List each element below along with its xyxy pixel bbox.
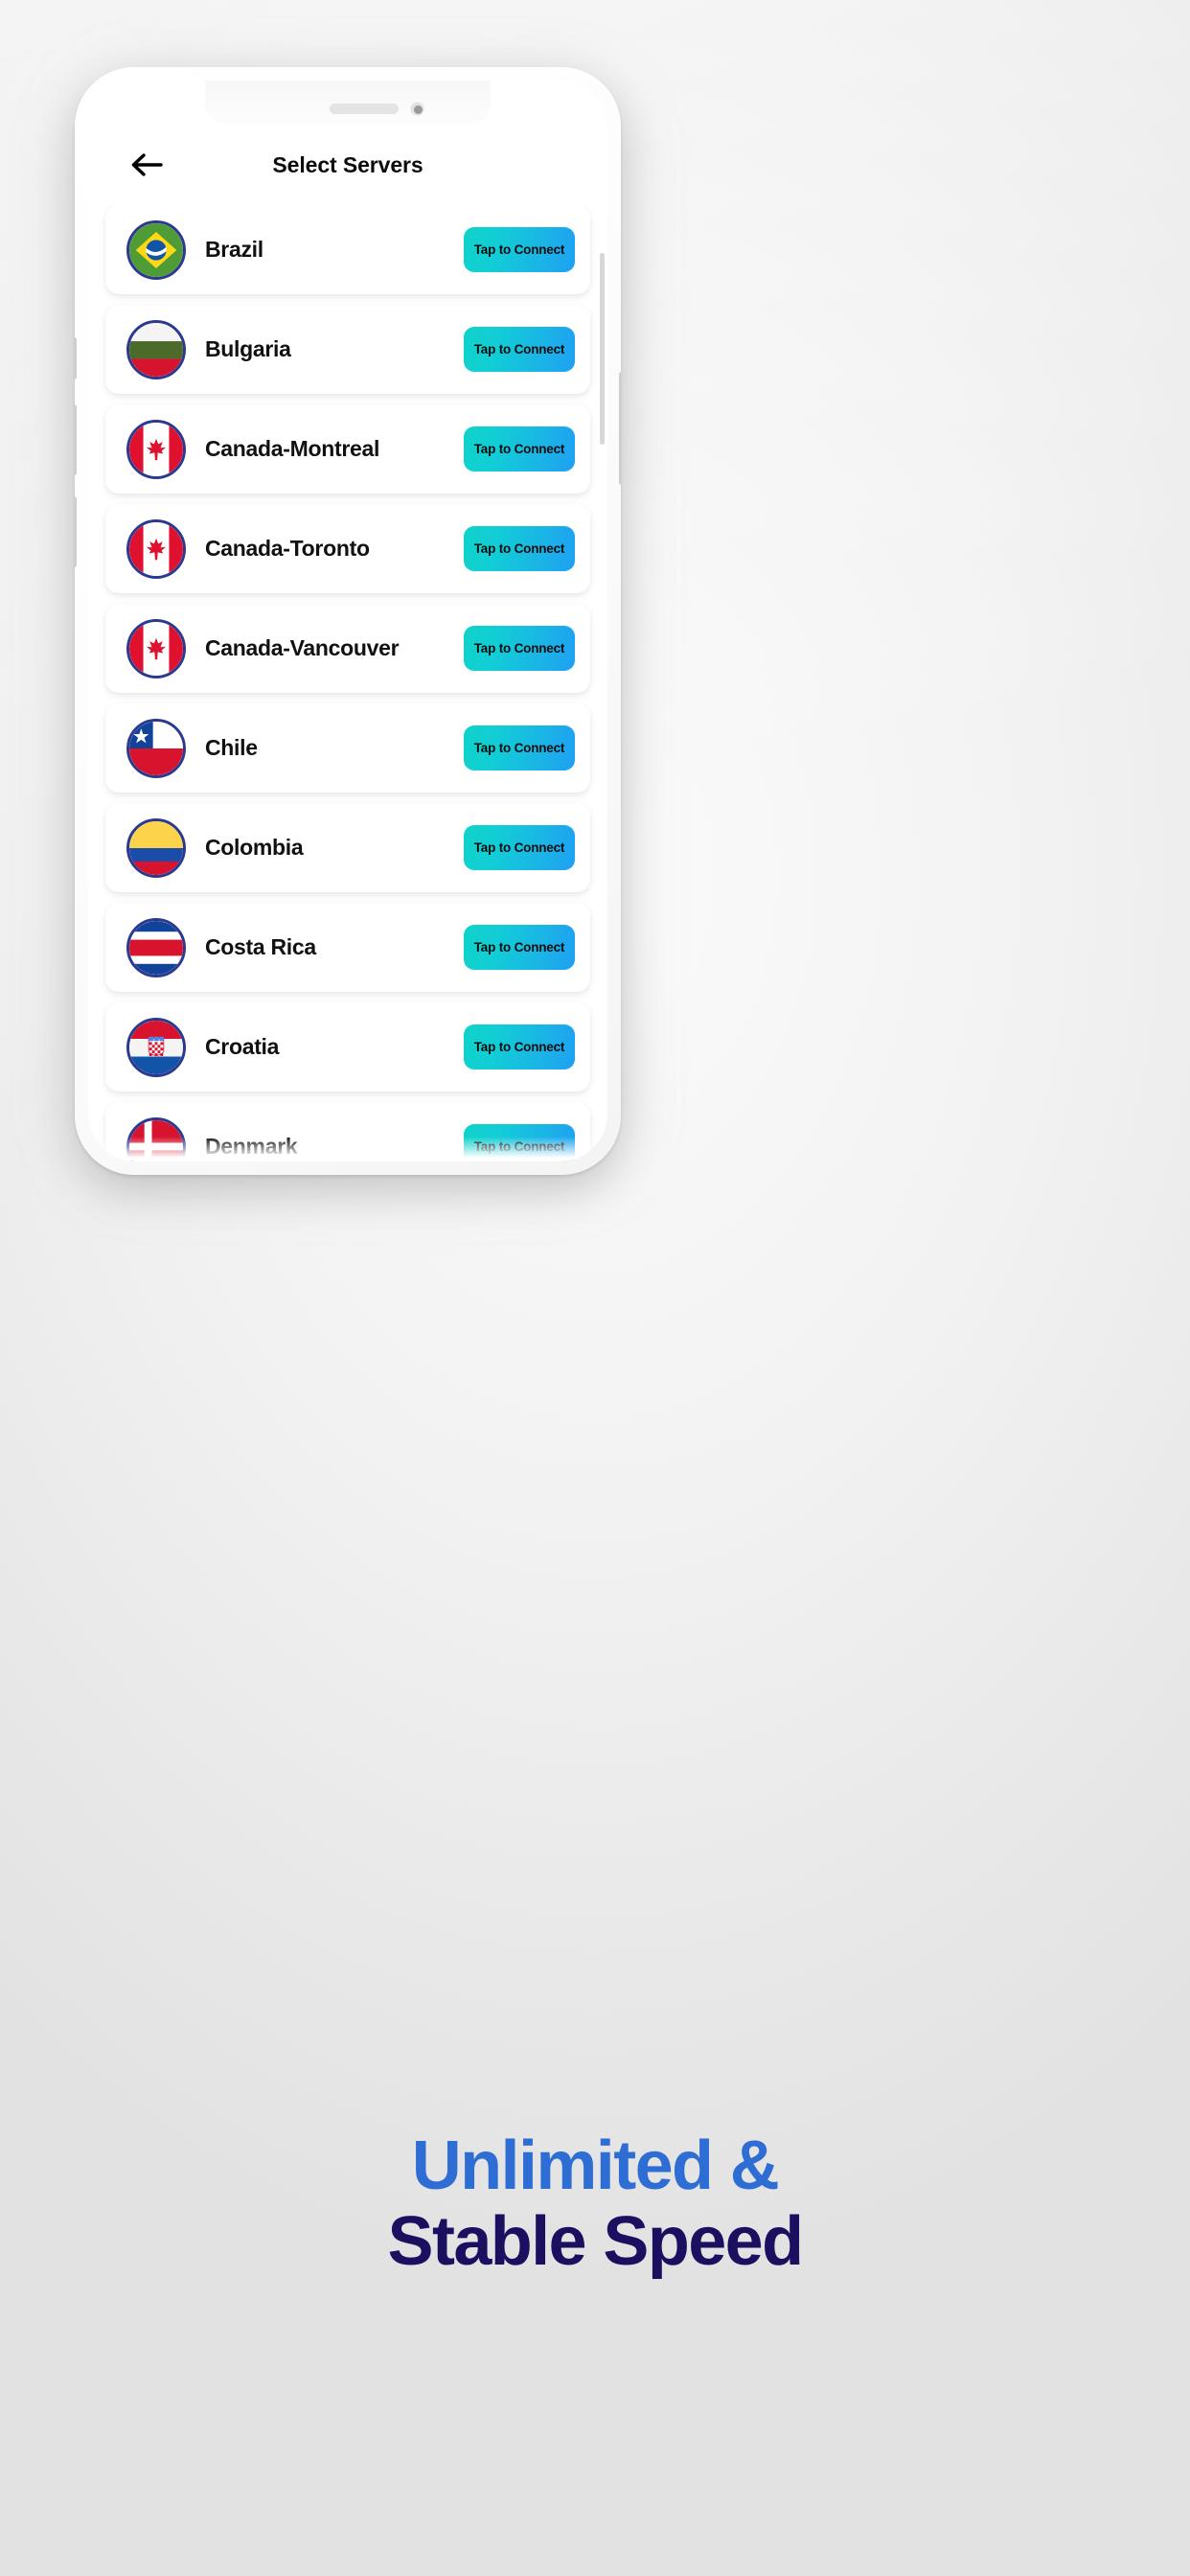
tap-to-connect-button[interactable]: Tap to Connect: [464, 925, 575, 970]
server-row[interactable]: Canada-Vancouver Tap to Connect: [105, 604, 590, 693]
back-button[interactable]: [125, 143, 169, 187]
flag-graphic: [129, 820, 183, 875]
scrollbar-thumb[interactable]: [600, 253, 605, 445]
flag-graphic: [129, 920, 183, 975]
tagline-line-1: Unlimited &: [411, 2128, 780, 2204]
tap-to-connect-button[interactable]: Tap to Connect: [464, 825, 575, 870]
tagline-line-2: Stable Speed: [387, 2203, 805, 2281]
flag-icon-canada: [126, 618, 186, 678]
server-name: Canada-Montreal: [205, 436, 380, 461]
server-name: Bulgaria: [205, 336, 291, 361]
tap-to-connect-button[interactable]: Tap to Connect: [464, 327, 575, 372]
flag-graphic: [129, 721, 183, 775]
server-row[interactable]: Canada-Montreal Tap to Connect: [105, 404, 590, 494]
phone-mockup: Select Servers Brazil Tap to Connect Bulga…: [75, 67, 621, 1177]
flag-icon-bulgaria: [126, 319, 186, 380]
tap-to-connect-button[interactable]: Tap to Connect: [464, 1024, 575, 1070]
server-name: Canada-Toronto: [205, 536, 370, 561]
flag-graphic: [129, 521, 183, 576]
tap-to-connect-button[interactable]: Tap to Connect: [464, 227, 575, 272]
speaker-grille-icon: [330, 104, 399, 114]
flag-icon-brazil: [126, 219, 186, 280]
flag-graphic: [129, 621, 183, 676]
app-header: Select Servers: [88, 125, 607, 205]
flag-icon-chile: [126, 718, 186, 778]
server-name: Denmark: [205, 1134, 298, 1159]
phone-screen: Select Servers Brazil Tap to Connect Bulga…: [88, 80, 607, 1162]
tap-to-connect-button[interactable]: Tap to Connect: [464, 426, 575, 472]
server-row[interactable]: Bulgaria Tap to Connect: [105, 305, 590, 394]
tap-to-connect-button[interactable]: Tap to Connect: [464, 1124, 575, 1162]
server-list[interactable]: Brazil Tap to Connect Bulgaria Tap to Conne…: [88, 205, 607, 1162]
flag-icon-croatia: [126, 1017, 186, 1077]
phone-silent-switch: [75, 337, 77, 380]
tap-to-connect-button[interactable]: Tap to Connect: [464, 725, 575, 770]
flag-icon-colombia: [126, 817, 186, 878]
tagline: Unlimited & Stable Speed: [0, 2129, 1190, 2281]
flag-icon-canada: [126, 419, 186, 479]
server-name: Brazil: [205, 237, 263, 262]
server-row[interactable]: Chile Tap to Connect: [105, 703, 590, 793]
front-camera-icon: [410, 102, 424, 116]
server-name: Costa Rica: [205, 934, 316, 959]
server-row[interactable]: Costa Rica Tap to Connect: [105, 903, 590, 992]
server-row[interactable]: Denmark Tap to Connect: [105, 1102, 590, 1162]
phone-power-button: [619, 372, 621, 485]
phone-volume-up-button: [75, 404, 77, 475]
flag-graphic: [129, 222, 183, 277]
phone-volume-down-button: [75, 496, 77, 567]
server-row[interactable]: Brazil Tap to Connect: [105, 205, 590, 294]
flag-graphic: [129, 422, 183, 476]
server-name: Canada-Vancouver: [205, 635, 400, 660]
flag-icon-costarica: [126, 917, 186, 978]
phone-body: Select Servers Brazil Tap to Connect Bulga…: [75, 67, 621, 1175]
tap-to-connect-button[interactable]: Tap to Connect: [464, 526, 575, 571]
server-name: Colombia: [205, 835, 304, 860]
phone-notch: [205, 80, 491, 125]
flag-graphic: [129, 1020, 183, 1074]
server-name: Chile: [205, 735, 258, 760]
flag-icon-denmark: [126, 1116, 186, 1162]
server-row[interactable]: Croatia Tap to Connect: [105, 1002, 590, 1092]
server-name: Croatia: [205, 1034, 280, 1059]
server-row[interactable]: Colombia Tap to Connect: [105, 803, 590, 892]
flag-graphic: [129, 322, 183, 377]
flag-graphic: [129, 1119, 183, 1162]
flag-icon-canada: [126, 518, 186, 579]
arrow-left-icon: [131, 153, 163, 176]
tap-to-connect-button[interactable]: Tap to Connect: [464, 626, 575, 671]
server-row[interactable]: Canada-Toronto Tap to Connect: [105, 504, 590, 593]
